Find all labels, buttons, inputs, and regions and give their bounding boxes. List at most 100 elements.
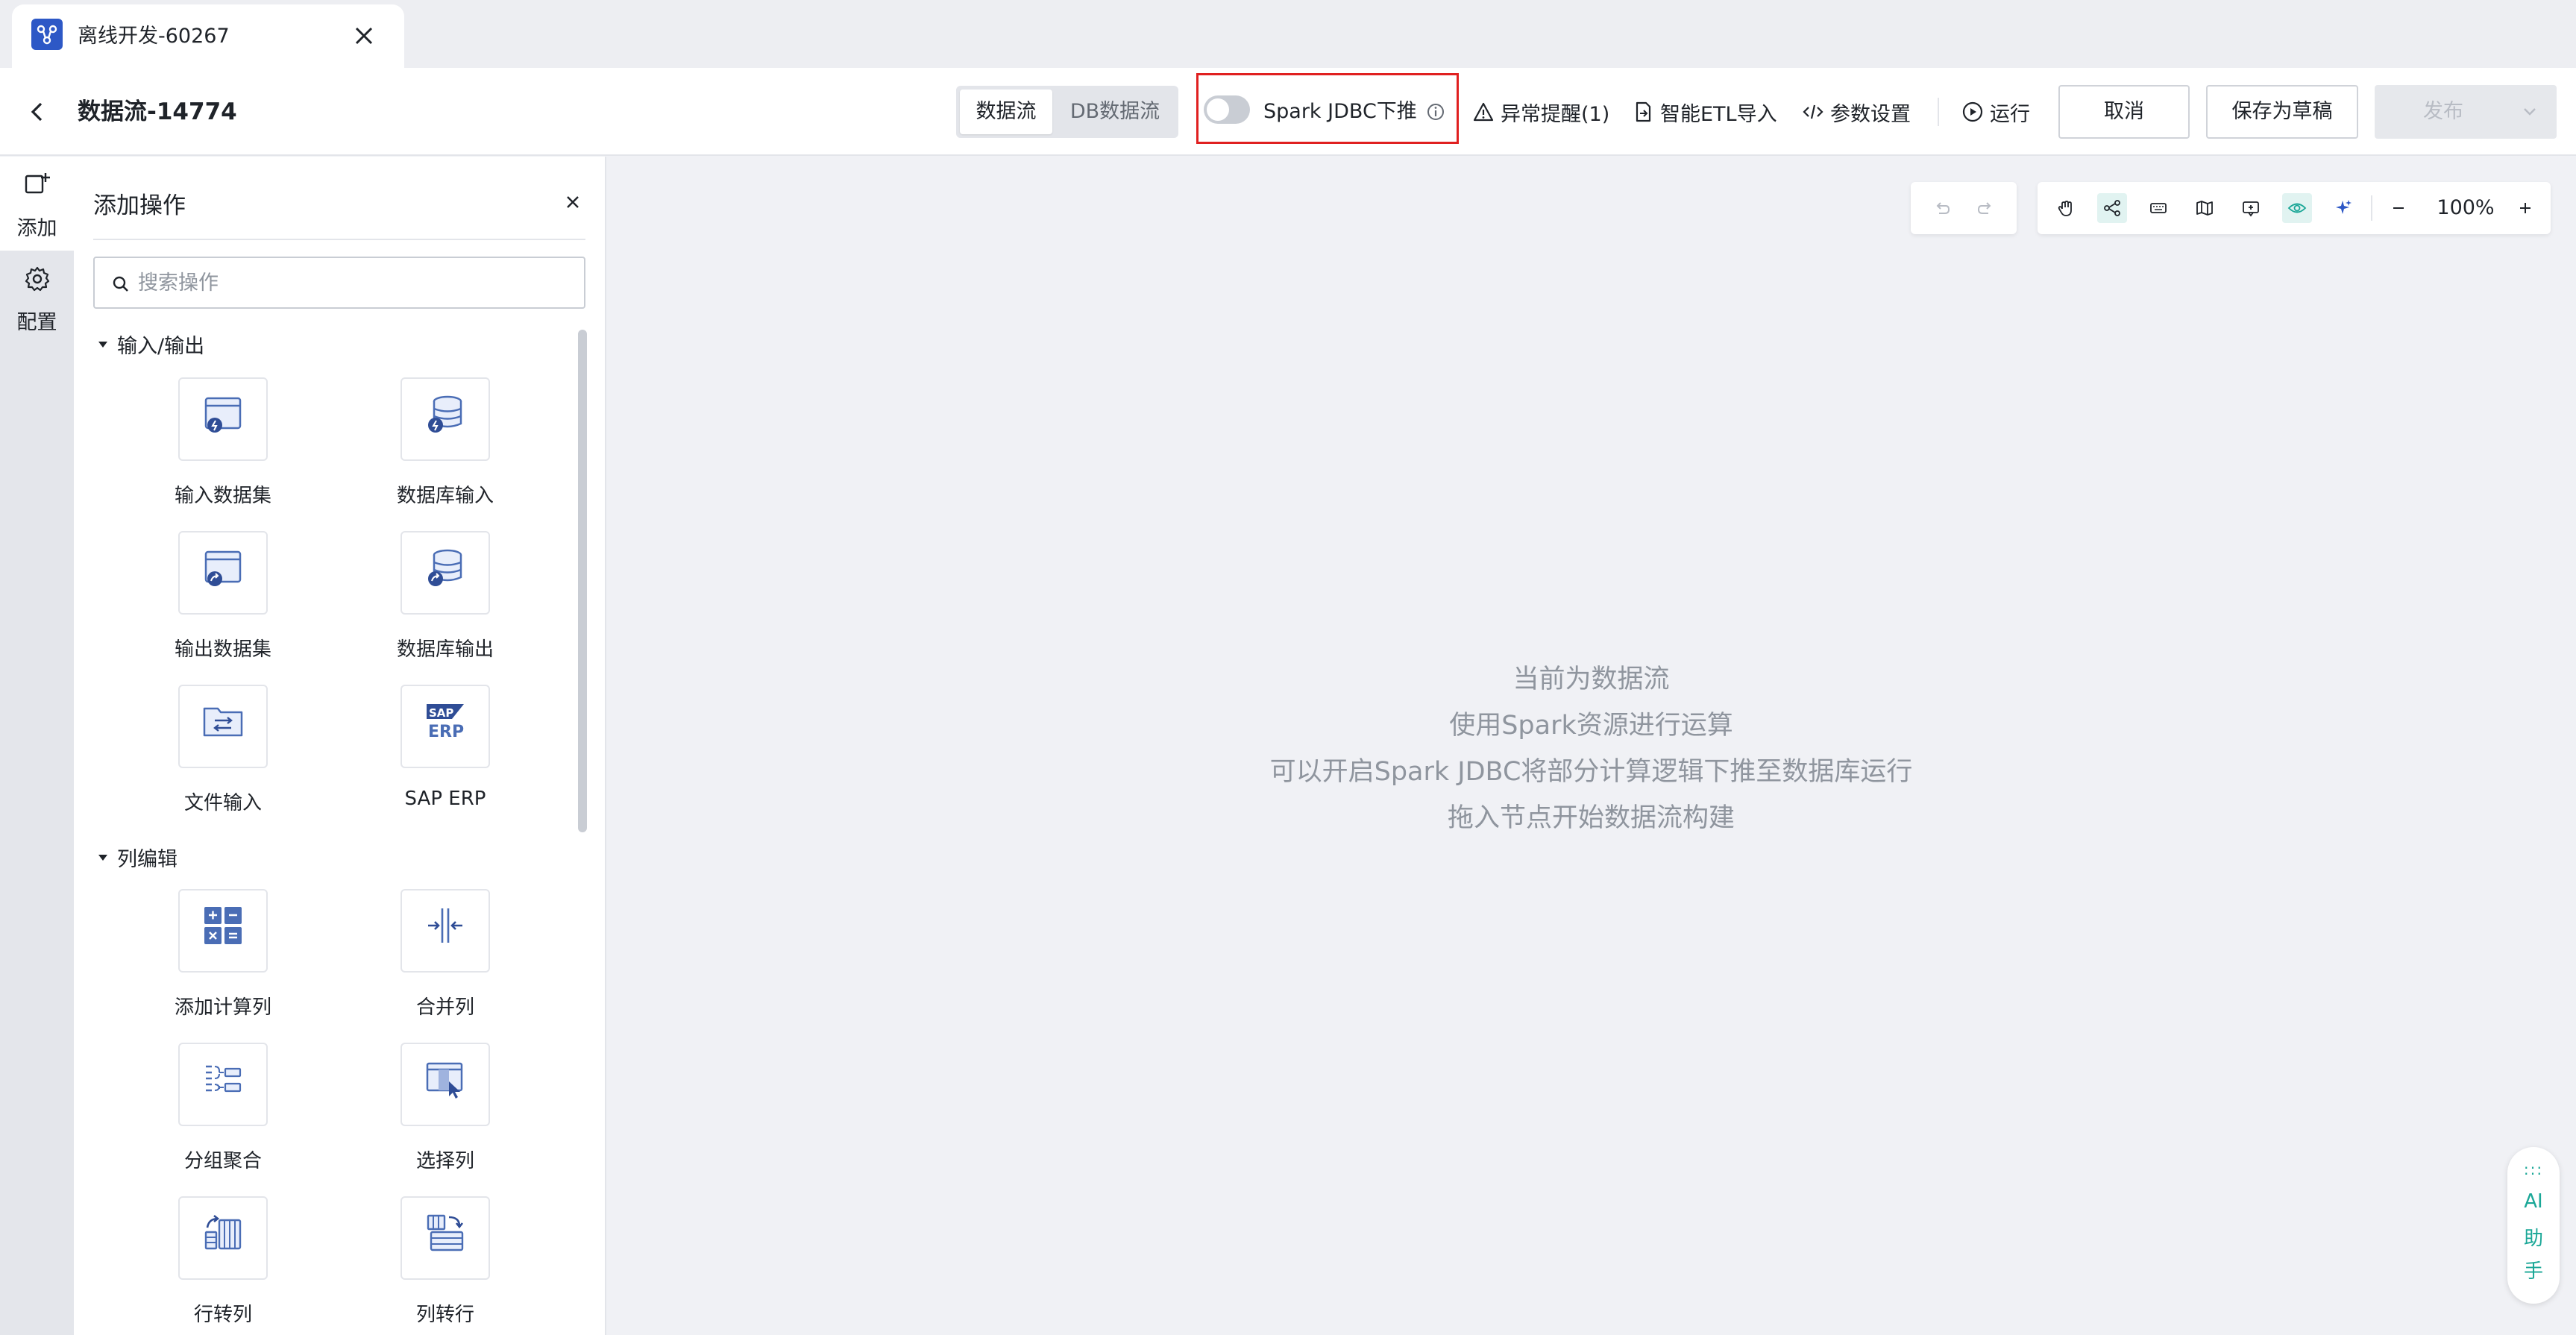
section-title: 输入/输出	[117, 335, 205, 358]
ai-assistant-label: 助	[2523, 1228, 2543, 1250]
warning-icon	[1473, 102, 1494, 122]
op-tile	[400, 377, 490, 461]
op-label: 合并列	[415, 996, 474, 1019]
publish-label: 发布	[2423, 100, 2463, 123]
zoom-level: 100%	[2437, 196, 2495, 219]
save-draft-button[interactable]: 保存为草稿	[2206, 85, 2358, 139]
search-input[interactable]	[138, 260, 571, 306]
close-icon[interactable]	[349, 21, 379, 51]
zoom-in-icon[interactable]	[2510, 193, 2540, 223]
back-icon[interactable]	[21, 95, 55, 129]
database-input-icon	[428, 395, 462, 433]
alert-button[interactable]: 异常提醒(1)	[1472, 68, 1609, 156]
chevron-down-icon[interactable]	[2519, 101, 2540, 122]
op-row-to-column[interactable]: 行转列	[133, 1196, 312, 1331]
op-label: 行转列	[193, 1304, 252, 1326]
redo-icon[interactable]	[1970, 193, 2000, 223]
op-label: 输出数据集	[174, 638, 271, 661]
left-rail: 添加 配置	[0, 157, 74, 1335]
tab-db-dataflow[interactable]: DB数据流	[1055, 89, 1175, 134]
op-label: 数据库输入	[396, 485, 494, 507]
ai-assistant-label: AI	[2524, 1190, 2543, 1213]
publish-button[interactable]: 发布	[2375, 85, 2557, 139]
op-select-columns[interactable]: 选择列	[356, 1043, 535, 1177]
op-label: 数据库输出	[396, 638, 494, 661]
op-label: 文件输入	[183, 792, 262, 814]
toolbar-divider	[1938, 98, 1939, 126]
rail-item-config[interactable]: 配置	[0, 251, 74, 345]
panel-title: 添加操作	[93, 192, 186, 219]
op-tile	[400, 1196, 490, 1280]
op-label: SAP ERP	[404, 788, 486, 810]
ai-assistant-label: 手	[2523, 1260, 2543, 1283]
op-tile	[178, 1196, 268, 1280]
search-box	[93, 257, 585, 309]
keyboard-icon[interactable]	[2143, 193, 2173, 223]
parameter-settings-label: 参数设置	[1830, 102, 1911, 126]
browser-tab[interactable]: 离线开发-60267	[12, 4, 404, 68]
info-icon[interactable]	[1424, 101, 1447, 123]
column-to-row-icon	[427, 1214, 464, 1251]
output-dataset-icon	[204, 550, 242, 586]
op-label: 分组聚合	[183, 1150, 262, 1172]
file-input-icon	[203, 707, 243, 737]
search-icon	[113, 276, 128, 292]
ai-assistant-button[interactable]: ::: AI 助 手	[2507, 1147, 2560, 1304]
parameter-settings-button[interactable]: 参数设置	[1802, 68, 1911, 156]
op-tile	[178, 889, 268, 973]
tab-dataflow[interactable]: 数据流	[960, 89, 1052, 134]
rail-item-add[interactable]: 添加	[0, 157, 74, 251]
hand-icon[interactable]	[2051, 193, 2081, 223]
section-title: 列编辑	[117, 848, 178, 871]
op-file-input[interactable]: 文件输入	[133, 685, 312, 819]
alert-label: 异常提醒(1)	[1501, 102, 1610, 126]
zoom-out-icon[interactable]	[2384, 193, 2413, 223]
op-tile	[178, 685, 268, 768]
section-input-output[interactable]: 输入/输出	[93, 330, 204, 359]
run-label: 运行	[1990, 102, 2030, 126]
sparkle-icon[interactable]	[2328, 193, 2358, 223]
op-merge-columns[interactable]: 合并列	[356, 889, 535, 1023]
map-icon[interactable]	[2190, 193, 2220, 223]
cancel-button[interactable]: 取消	[2058, 85, 2190, 139]
section-column-edit[interactable]: 列编辑	[93, 843, 178, 872]
canvas-view-controls: 100%	[2038, 182, 2551, 234]
group-aggregate-icon	[206, 1065, 242, 1093]
empty-state-line: 当前为数据流	[1512, 665, 1670, 694]
connect-icon[interactable]	[2097, 193, 2127, 223]
mode-switch: 数据流 DB数据流	[956, 86, 1178, 138]
op-input-dataset[interactable]: 输入数据集	[133, 377, 312, 512]
op-sap-erp[interactable]: SAP ERP SAP ERP	[356, 685, 535, 819]
op-output-dataset[interactable]: 输出数据集	[133, 531, 312, 665]
op-tile	[400, 1043, 490, 1126]
sap-erp-icon: SAP ERP	[427, 704, 464, 741]
op-database-output[interactable]: 数据库输出	[356, 531, 535, 665]
panel-scrollbar[interactable]	[578, 330, 587, 832]
play-circle-icon	[1962, 101, 1983, 122]
add-node-icon	[25, 173, 50, 194]
op-group-aggregate[interactable]: 分组聚合	[133, 1043, 312, 1177]
history-controls	[1911, 182, 2017, 234]
smart-etl-label: 智能ETL导入	[1660, 102, 1777, 126]
caret-down-icon	[98, 854, 107, 861]
run-button[interactable]: 运行	[1961, 68, 2030, 156]
flow-canvas[interactable]	[606, 157, 2576, 1335]
svg-text:SAP: SAP	[429, 706, 453, 720]
browser-tab-strip: 离线开发-60267	[0, 0, 2576, 68]
spark-jdbc-label: Spark JDBC下推	[1263, 100, 1417, 123]
op-label: 输入数据集	[174, 485, 271, 507]
op-database-input[interactable]: 数据库输入	[356, 377, 535, 512]
rail-item-label: 配置	[16, 311, 57, 334]
op-add-computed-column[interactable]: 添加计算列	[133, 889, 312, 1023]
eye-icon[interactable]	[2282, 193, 2312, 223]
row-to-column-icon	[204, 1214, 242, 1250]
op-column-to-row[interactable]: 列转行	[356, 1196, 535, 1331]
comment-icon[interactable]	[2236, 193, 2266, 223]
toggle-knob	[1207, 98, 1229, 121]
smart-etl-import-button[interactable]: 智能ETL导入	[1632, 68, 1777, 156]
spark-jdbc-toggle[interactable]	[1204, 95, 1250, 124]
undo-icon[interactable]	[1927, 193, 1957, 223]
close-icon[interactable]	[562, 191, 584, 213]
empty-state-line: 拖入节点开始数据流构建	[1447, 803, 1735, 833]
select-columns-icon	[426, 1062, 463, 1099]
